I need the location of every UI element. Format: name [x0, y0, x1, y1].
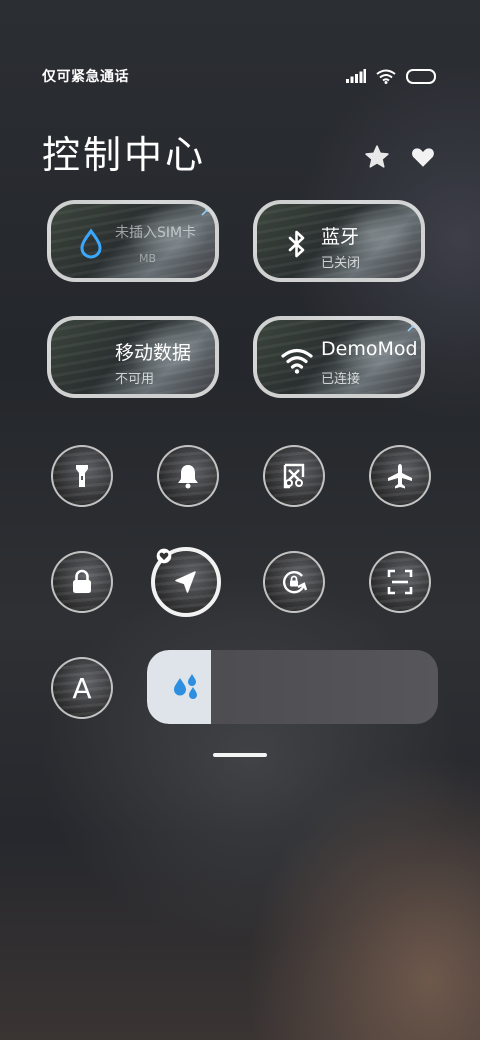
water-drop-icon	[80, 228, 102, 259]
airplane-toggle[interactable]	[369, 445, 431, 507]
battery-icon	[406, 68, 436, 84]
airplane-icon	[388, 464, 412, 489]
heart-icon[interactable]	[410, 144, 436, 170]
bell-toggle[interactable]	[157, 445, 219, 507]
lock-icon	[73, 569, 91, 593]
tile-mobile-data-label: 移动数据	[115, 342, 192, 364]
tile-wifi[interactable]: DemoMod 已连接	[253, 316, 425, 398]
corner-sparkle-icon	[201, 208, 209, 216]
brightness-slider[interactable]	[147, 650, 438, 724]
flashlight-icon	[76, 465, 88, 487]
tile-mobile-data-sub: 不可用	[115, 372, 155, 387]
rotation-lock-icon	[283, 571, 308, 594]
tile-sim-data[interactable]: 未插入SIM卡 MB	[47, 200, 219, 282]
lock-toggle[interactable]	[51, 551, 113, 613]
wifi-icon	[281, 348, 313, 374]
heart-badge-icon	[156, 548, 172, 564]
flashlight-toggle[interactable]	[51, 445, 113, 507]
tile-sim-label: 未插入SIM卡	[115, 225, 197, 241]
water-drops-icon	[174, 674, 197, 699]
location-icon	[175, 571, 196, 593]
tile-wifi-label: DemoMod	[321, 338, 418, 360]
tile-bluetooth-sub: 已关闭	[321, 256, 361, 271]
scan-toggle[interactable]	[369, 551, 431, 613]
tile-sim-sub: MB	[139, 252, 157, 265]
page-title: 控制中心	[42, 133, 207, 177]
tile-wifi-sub: 已连接	[321, 372, 361, 387]
status-bar: 仅可紧急通话	[42, 62, 436, 90]
screenshot-icon	[283, 463, 305, 489]
bluetooth-icon	[288, 230, 305, 258]
font-size-label: A	[72, 671, 92, 705]
font-size-toggle[interactable]: A	[51, 657, 113, 719]
screenshot-toggle[interactable]	[263, 445, 325, 507]
corner-sparkle-icon	[407, 324, 415, 332]
tile-bluetooth-label: 蓝牙	[321, 226, 360, 248]
rotation-lock-toggle[interactable]	[263, 551, 325, 613]
header-actions	[364, 144, 436, 170]
tile-bluetooth[interactable]: 蓝牙 已关闭	[253, 200, 425, 282]
wifi-icon	[376, 69, 396, 84]
scan-icon	[387, 569, 413, 595]
signal-icon	[346, 69, 366, 83]
star-icon[interactable]	[364, 144, 390, 170]
status-icons	[346, 68, 436, 84]
bell-icon	[178, 465, 198, 489]
carrier-text: 仅可紧急通话	[42, 69, 129, 85]
tile-mobile-data[interactable]: 移动数据 不可用	[47, 316, 219, 398]
home-indicator[interactable]	[213, 753, 267, 757]
